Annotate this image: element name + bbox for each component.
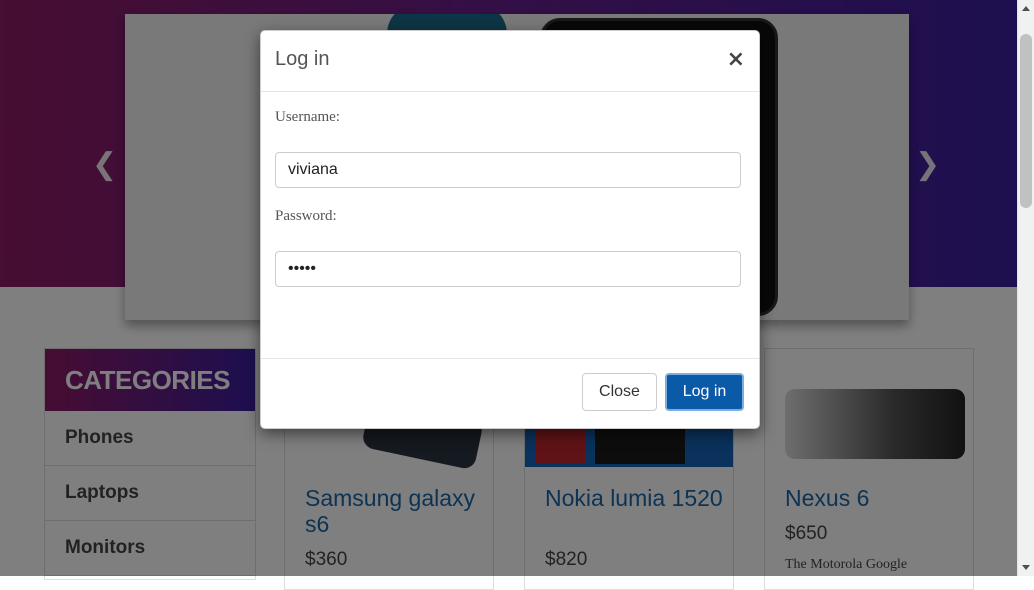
scrollbar-thumb[interactable] (1020, 34, 1032, 208)
close-icon[interactable]: × (727, 47, 745, 72)
password-label: Password: (275, 208, 337, 224)
username-input[interactable] (275, 152, 741, 188)
scroll-down-icon[interactable] (1022, 565, 1030, 570)
login-modal: Log in × Username: Password: Close Log i… (260, 30, 760, 429)
modal-header: Log in × (261, 31, 759, 92)
modal-title: Log in (275, 48, 330, 70)
scrollbar[interactable] (1017, 0, 1034, 576)
username-label: Username: (275, 109, 340, 125)
scroll-up-icon[interactable] (1022, 6, 1030, 11)
close-button[interactable]: Close (582, 373, 657, 411)
login-button[interactable]: Log in (665, 373, 744, 411)
password-input[interactable] (275, 251, 741, 287)
modal-footer: Close Log in (261, 358, 759, 429)
